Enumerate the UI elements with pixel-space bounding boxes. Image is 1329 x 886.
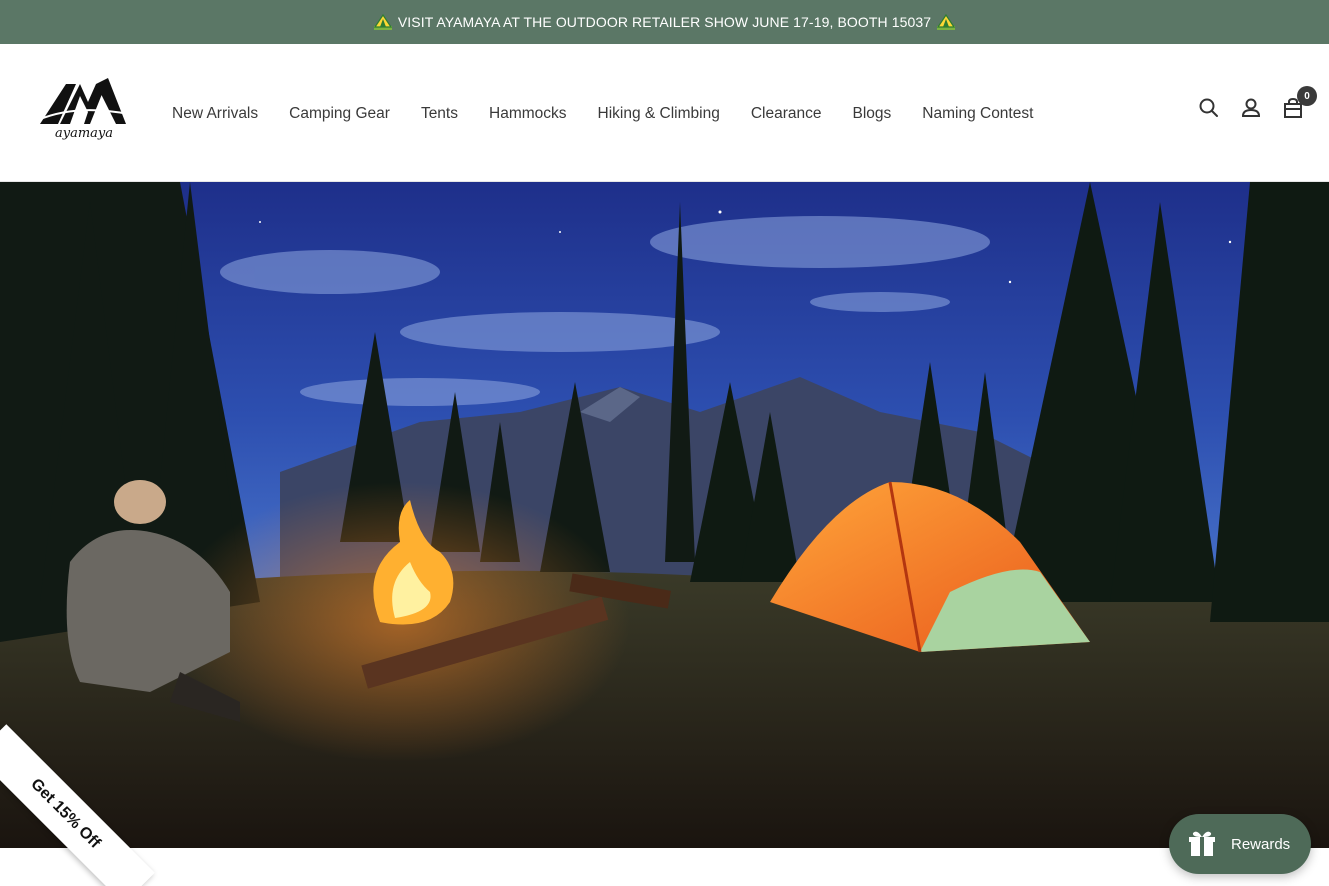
announcement-text: VISIT AYAMAYA AT THE OUTDOOR RETAILER SH… (397, 14, 932, 30)
nav-item-new-arrivals[interactable]: New Arrivals (172, 103, 258, 125)
user-icon[interactable] (1239, 96, 1263, 120)
tent-emoji-icon (373, 14, 392, 30)
nav-item-naming-contest[interactable]: Naming Contest (922, 103, 1033, 125)
nav-item-hiking-climbing[interactable]: Hiking & Climbing (598, 103, 720, 125)
gift-icon (1189, 831, 1215, 856)
ayamaya-logo-mark (37, 78, 129, 124)
cart-count-badge: 0 (1297, 86, 1317, 106)
header-actions: 0 (1179, 86, 1317, 120)
brand-wordmark: ayamaya (54, 126, 114, 141)
nav-item-clearance[interactable]: Clearance (751, 103, 822, 125)
nav-item-tents[interactable]: Tents (421, 103, 458, 125)
hero-image (0, 182, 1329, 848)
hero-campfire-scene (0, 182, 1329, 848)
nav-item-hammocks[interactable]: Hammocks (489, 103, 567, 125)
cart-icon[interactable]: 0 (1281, 86, 1317, 120)
rewards-label: Rewards (1231, 835, 1291, 853)
search-icon[interactable] (1197, 96, 1221, 120)
nav-item-camping-gear[interactable]: Camping Gear (289, 103, 390, 125)
rewards-button[interactable]: Rewards (1169, 814, 1311, 874)
site-header: ayamaya New Arrivals Camping Gear Tents … (0, 44, 1329, 182)
tent-emoji-icon (937, 14, 956, 30)
brand-logo[interactable]: ayamaya (36, 74, 132, 146)
announcement-bar[interactable]: VISIT AYAMAYA AT THE OUTDOOR RETAILER SH… (0, 0, 1329, 44)
nav-item-blogs[interactable]: Blogs (853, 103, 892, 125)
main-navigation: New Arrivals Camping Gear Tents Hammocks… (172, 103, 1064, 125)
